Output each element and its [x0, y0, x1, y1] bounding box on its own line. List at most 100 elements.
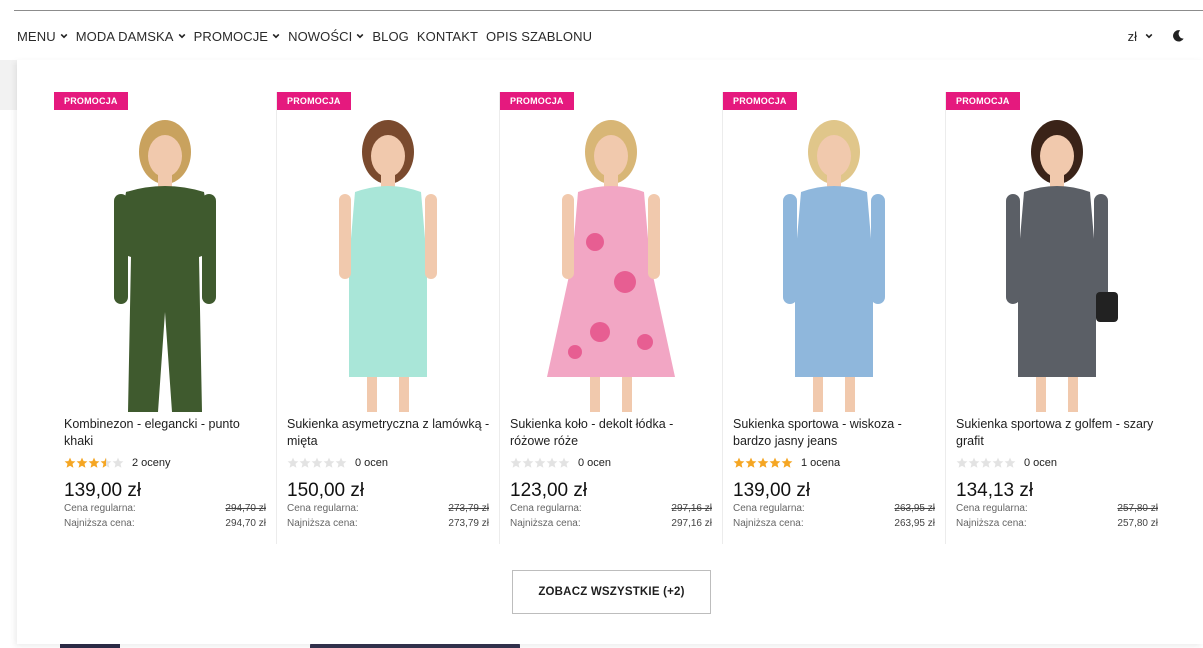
mega-menu-panel: PROMOCJA Kombinezon - elegancki - punto …	[17, 60, 1203, 644]
nav-item-nowosci[interactable]: NOWOŚCI	[288, 29, 364, 44]
regular-price-value: 273,79 zł	[448, 503, 489, 514]
promo-badge: PROMOCJA	[54, 92, 128, 110]
star-icon	[323, 457, 335, 468]
star-icon	[88, 457, 100, 468]
nav-item-label: BLOG	[372, 28, 409, 44]
lowest-price-label: Najniższa cena:	[64, 518, 135, 529]
product-image[interactable]	[723, 92, 945, 412]
product-card[interactable]: PROMOCJA Kombinezon - elegancki - punto …	[54, 92, 277, 544]
lowest-price-row: Najniższa cena: 294,70 zł	[64, 518, 266, 529]
product-image[interactable]	[277, 92, 499, 412]
model-illustration	[783, 120, 885, 412]
rating-stars	[733, 457, 793, 469]
model-illustration	[339, 120, 437, 412]
review-count: 0 ocen	[578, 457, 612, 469]
product-price: 139,00 zł	[64, 480, 142, 501]
star-icon	[781, 457, 793, 468]
star-icon	[287, 457, 299, 468]
promo-badge: PROMOCJA	[500, 92, 574, 110]
star-icon	[335, 457, 347, 468]
nav-item-label: OPIS SZABLONU	[486, 28, 593, 44]
star-icon	[534, 457, 546, 468]
star-icon	[1004, 457, 1016, 468]
product-image[interactable]	[500, 92, 722, 412]
product-name[interactable]: Sukienka asymetryczna z lamówką - mięta	[287, 416, 492, 450]
model-illustration	[114, 120, 216, 412]
model-illustration	[547, 120, 675, 412]
star-icon	[980, 457, 992, 468]
product-card[interactable]: PROMOCJA Sukienka asymetryczna z lamówką…	[277, 92, 500, 544]
currency-label: zł	[1127, 28, 1137, 44]
nav-item-kontakt[interactable]: KONTAKT	[417, 29, 478, 44]
product-image[interactable]	[946, 92, 1168, 412]
lowest-price-label: Najniższa cena:	[510, 518, 581, 529]
product-name[interactable]: Sukienka sportowa z golfem - szary grafi…	[956, 416, 1161, 450]
product-name[interactable]: Sukienka koło - dekolt łódka - różowe ró…	[510, 416, 715, 450]
nav-item-label: KONTAKT	[416, 28, 479, 44]
regular-price-label: Cena regularna:	[64, 503, 136, 514]
model-illustration	[1006, 120, 1118, 412]
star-icon	[968, 457, 980, 468]
star-icon	[769, 457, 781, 468]
product-image[interactable]	[54, 92, 276, 412]
product-card[interactable]: PROMOCJA Sukienka sportowa z golfem - sz…	[946, 92, 1169, 544]
nav-item-promocje[interactable]: PROMOCJE	[194, 29, 280, 44]
review-count: 0 ocen	[1024, 457, 1058, 469]
product-card[interactable]: PROMOCJA Sukienka sportowa - wiskoza - b…	[723, 92, 946, 544]
regular-price-row: Cena regularna: 297,16 zł	[510, 503, 712, 514]
promo-badge: PROMOCJA	[946, 92, 1020, 110]
regular-price-label: Cena regularna:	[956, 503, 1028, 514]
regular-price-value: 257,80 zł	[1117, 503, 1158, 514]
regular-price-label: Cena regularna:	[287, 503, 359, 514]
product-price: 150,00 zł	[287, 480, 365, 501]
product-card[interactable]: PROMOCJA Sukienka koło - dekolt łódka - …	[500, 92, 723, 544]
lowest-price-row: Najniższa cena: 273,79 zł	[287, 518, 489, 529]
nav-item-blog[interactable]: BLOG	[372, 29, 409, 44]
star-icon	[510, 457, 522, 468]
currency-selector[interactable]: zł	[1128, 29, 1153, 44]
rating-stars	[956, 457, 1016, 469]
nav-item-moda-damska[interactable]: MODA DAMSKA	[76, 29, 186, 44]
product-rating: 0 ocen	[510, 457, 611, 469]
promo-badge: PROMOCJA	[277, 92, 351, 110]
review-count: 1 ocena	[801, 457, 841, 469]
lowest-price-value: 273,79 zł	[448, 518, 489, 529]
lowest-price-label: Najniższa cena:	[733, 518, 804, 529]
product-grid: PROMOCJA Kombinezon - elegancki - punto …	[54, 92, 1174, 544]
product-price: 134,13 zł	[956, 480, 1034, 501]
lowest-price-value: 294,70 zł	[225, 518, 266, 529]
regular-price-row: Cena regularna: 294,70 zł	[64, 503, 266, 514]
lowest-price-value: 257,80 zł	[1117, 518, 1158, 529]
promo-badge: PROMOCJA	[723, 92, 797, 110]
moon-icon[interactable]	[1171, 29, 1185, 43]
regular-price-value: 294,70 zł	[225, 503, 266, 514]
product-price: 139,00 zł	[733, 480, 811, 501]
product-name[interactable]: Sukienka sportowa - wiskoza - bardzo jas…	[733, 416, 938, 450]
regular-price-value: 263,95 zł	[894, 503, 935, 514]
star-icon	[100, 457, 112, 468]
star-icon	[745, 457, 757, 468]
review-count: 0 ocen	[355, 457, 389, 469]
product-rating: 2 oceny	[64, 457, 171, 469]
star-icon	[76, 457, 88, 468]
product-name[interactable]: Kombinezon - elegancki - punto khaki	[64, 416, 269, 450]
lowest-price-label: Najniższa cena:	[956, 518, 1027, 529]
chevron-down-icon	[178, 33, 185, 39]
nav-item-menu[interactable]: MENU	[17, 29, 68, 44]
rating-stars	[64, 457, 124, 469]
see-all-button[interactable]: ZOBACZ WSZYSTKIE (+2)	[512, 570, 711, 614]
page-background	[0, 60, 17, 110]
chevron-down-icon	[356, 33, 364, 39]
star-icon	[733, 457, 745, 468]
chevron-down-icon	[1145, 33, 1153, 39]
star-icon	[956, 457, 968, 468]
star-icon	[546, 457, 558, 468]
regular-price-value: 297,16 zł	[671, 503, 712, 514]
lowest-price-row: Najniższa cena: 297,16 zł	[510, 518, 712, 529]
main-nav: MENU MODA DAMSKA PROMOCJE NOWOŚCI BLOG K…	[17, 24, 600, 48]
top-divider	[14, 10, 1203, 11]
star-icon	[112, 457, 124, 468]
chevron-down-icon	[272, 33, 280, 39]
regular-price-row: Cena regularna: 273,79 zł	[287, 503, 489, 514]
nav-item-opis-szablonu[interactable]: OPIS SZABLONU	[486, 29, 592, 44]
